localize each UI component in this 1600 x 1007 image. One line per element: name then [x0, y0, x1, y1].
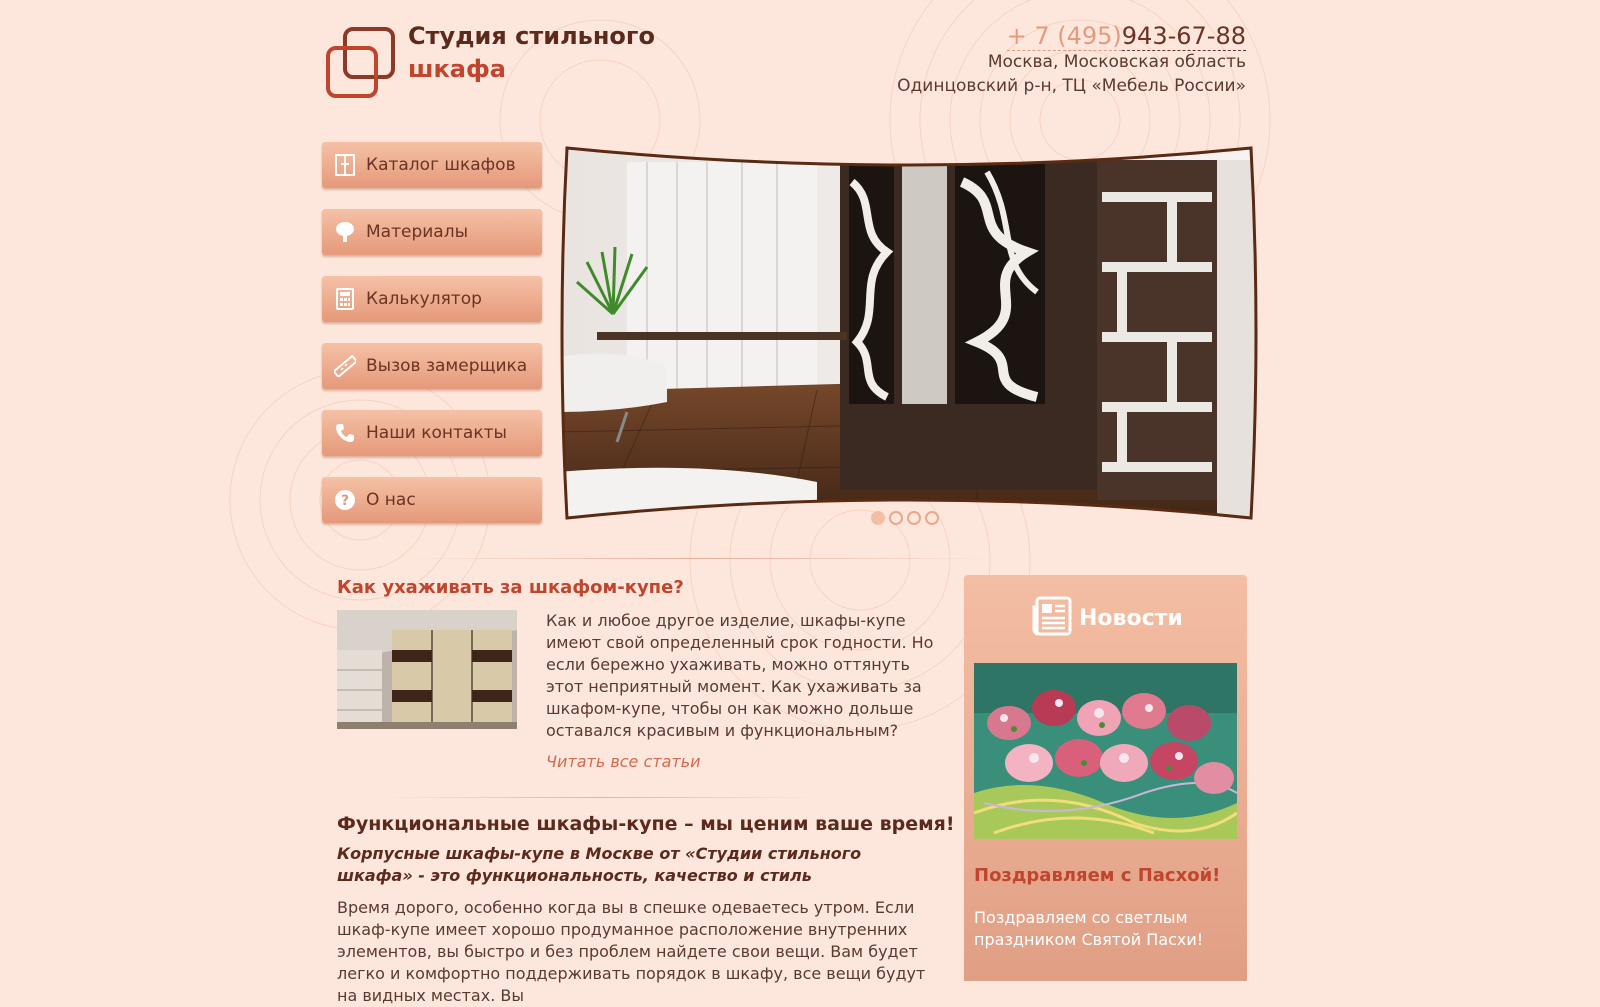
- phone-icon: [334, 422, 356, 444]
- section-divider: [400, 558, 1000, 559]
- menu-item-label: Наши контакты: [366, 423, 507, 443]
- tree-icon: [334, 221, 356, 243]
- news-header: Новости: [1031, 595, 1183, 641]
- logo-icon[interactable]: [325, 26, 397, 100]
- menu-item-about[interactable]: ? О нас: [322, 477, 542, 523]
- ruler-icon: [334, 355, 356, 377]
- page: Студия стильного шкафа + 7 (495)943-67-8…: [0, 0, 1600, 1005]
- phone-code: + 7 (495): [1006, 22, 1122, 51]
- article-thumbnail[interactable]: [337, 610, 517, 729]
- menu-item-measurer[interactable]: Вызов замерщика: [322, 343, 542, 389]
- header-contacts: + 7 (495)943-67-88 Москва, Московская об…: [897, 22, 1246, 98]
- phone-digits: 943-67-88: [1121, 22, 1246, 51]
- brand-name-line2[interactable]: шкафа: [408, 55, 506, 83]
- menu-item-contacts[interactable]: Наши контакты: [322, 410, 542, 456]
- slider-image[interactable]: [557, 142, 1261, 527]
- menu-item-label: Материалы: [366, 222, 468, 242]
- menu-item-label: Каталог шкафов: [366, 155, 516, 175]
- menu-item-label: Вызов замерщика: [366, 356, 528, 376]
- section-subheading: Корпусные шкафы-купе в Москве от «Студии…: [337, 844, 862, 885]
- brand-name-line1[interactable]: Студия стильного: [408, 22, 655, 50]
- address-line2: Одинцовский р-н, ТЦ «Мебель России»: [897, 76, 1246, 96]
- section-heading: Функциональные шкафы-купе – мы ценим ваш…: [337, 813, 955, 835]
- question-icon: ?: [334, 489, 356, 511]
- svg-text:?: ?: [341, 493, 349, 509]
- slider-dots: [871, 511, 939, 525]
- wardrobe-icon: [334, 154, 356, 176]
- menu-item-materials[interactable]: Материалы: [322, 209, 542, 255]
- section-text: Время дорого, особенно когда вы в спешке…: [337, 898, 926, 1005]
- news-item-text: Поздравляем со светлым праздником Святой…: [974, 908, 1204, 949]
- section-divider: [380, 797, 820, 798]
- menu-item-catalog[interactable]: Каталог шкафов: [322, 142, 542, 188]
- newspaper-icon: [1031, 595, 1073, 641]
- phone-number[interactable]: + 7 (495)943-67-88: [897, 22, 1246, 51]
- menu-item-label: О нас: [366, 490, 416, 510]
- article-text: Как и любое другое изделие, шкафы-купе и…: [546, 611, 934, 740]
- news-item-title[interactable]: Поздравляем с Пасхой!: [974, 865, 1220, 886]
- slider-dot-1[interactable]: [871, 511, 885, 525]
- menu-item-calculator[interactable]: Калькулятор: [322, 276, 542, 322]
- read-all-articles-link[interactable]: Читать все статьи: [546, 752, 701, 771]
- slider-dot-4[interactable]: [925, 511, 939, 525]
- main-menu: Каталог шкафов Материалы Калькулятор Выз…: [322, 142, 542, 544]
- news-title[interactable]: Новости: [1079, 606, 1183, 631]
- article-title[interactable]: Как ухаживать за шкафом-купе?: [337, 577, 684, 598]
- slider-dot-2[interactable]: [889, 511, 903, 525]
- slider-dot-3[interactable]: [907, 511, 921, 525]
- address-line1: Москва, Московская область: [987, 52, 1246, 72]
- news-image[interactable]: [974, 663, 1237, 839]
- menu-item-label: Калькулятор: [366, 289, 482, 309]
- news-panel: Новости Поздравляем с Пасхой! Поздравляе…: [964, 575, 1247, 981]
- calculator-icon: [334, 288, 356, 310]
